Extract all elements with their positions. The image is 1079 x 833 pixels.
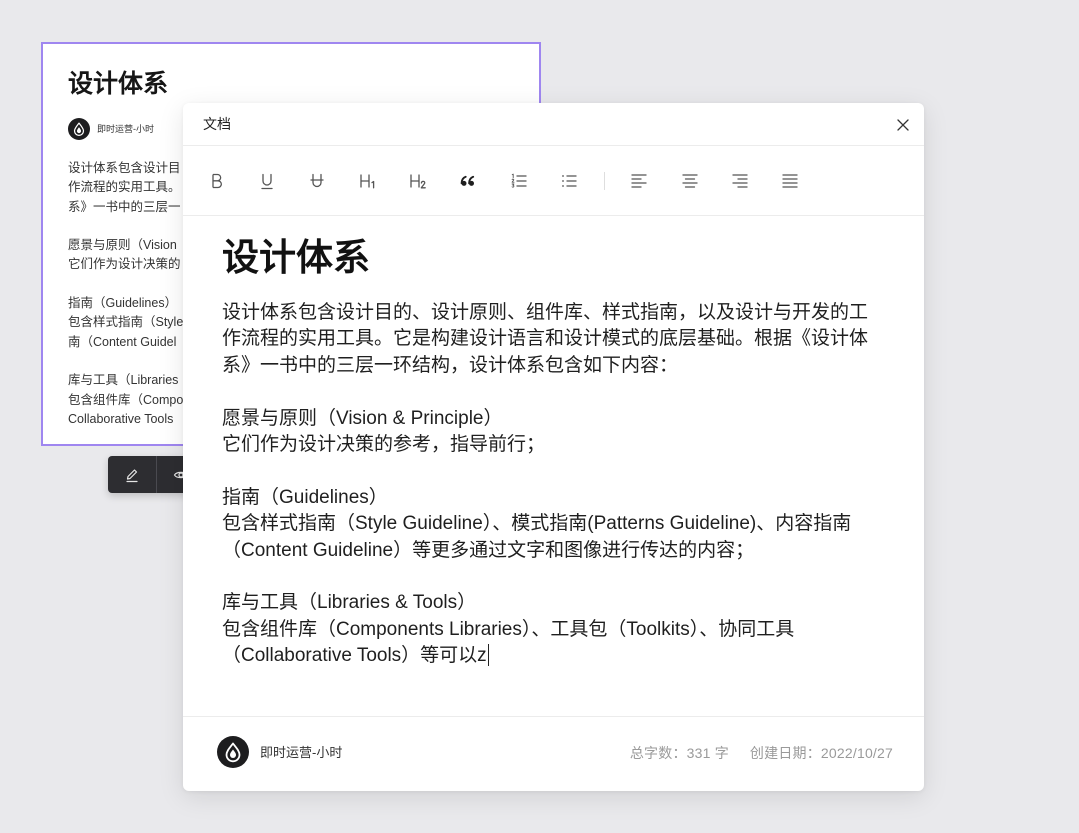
align-center-icon (682, 174, 698, 188)
toolbar-divider (604, 172, 605, 190)
doc-line: 系》一书中的三层一环结构，设计体系包含如下内容： (222, 354, 679, 376)
card-line: 系》一书中的三层一 (68, 199, 181, 214)
unordered-list-icon (562, 175, 577, 187)
document-editor[interactable]: 设计体系 设计体系包含设计目的、设计原则、组件库、样式指南，以及设计与开发的工 … (222, 236, 892, 706)
unordered-list-button[interactable] (557, 169, 581, 193)
doc-line: 设计体系包含设计目的、设计原则、组件库、样式指南，以及设计与开发的工 (222, 302, 869, 323)
card-line: 包含组件库（Compo (68, 392, 184, 407)
doc-line: 包含组件库（Components Libraries）、工具包（Toolkits… (222, 618, 795, 640)
card-line: 设计体系包含设计目 (68, 161, 181, 175)
document-meta: 总字数：331 字 创建日期：2022/10/27 (630, 743, 893, 763)
format-toolbar (183, 146, 924, 216)
card-line: 它们作为设计决策的 (68, 257, 181, 272)
doc-line: 库与工具（Libraries & Tools） (222, 592, 477, 614)
heading-1-icon (360, 174, 375, 189)
align-justify-button[interactable] (778, 169, 802, 193)
align-right-button[interactable] (728, 169, 752, 193)
align-left-button[interactable] (627, 169, 651, 193)
droplet-logo-icon (68, 118, 90, 140)
align-center-button[interactable] (678, 169, 702, 193)
align-right-icon (732, 174, 748, 188)
doc-line-text: （Collaborative Tools）等可以z (222, 645, 487, 667)
doc-line: 愿景与原则（Vision & Principle） (222, 407, 503, 429)
word-count-label: 总字数： (629, 745, 687, 761)
card-line: 南（Content Guidel (68, 334, 177, 349)
bold-button[interactable] (205, 169, 229, 193)
word-count-value: 331 字 (686, 745, 729, 761)
card-paragraph: 指南（Guidelines） 包含样式指南（Style 南（Content Gu… (68, 294, 183, 352)
card-line: 包含样式指南（Style (68, 315, 184, 330)
card-body: 设计体系包含设计目 作流程的实用工具。 系》一书中的三层一 愿景与原则（Visi… (68, 159, 183, 444)
heading-2-button[interactable] (406, 169, 430, 193)
close-icon (897, 119, 909, 131)
card-paragraph: 愿景与原则（Vision 它们作为设计决策的 (68, 236, 183, 275)
author-name: 即时运营-小时 (260, 745, 343, 760)
created-date-label: 创建日期： (749, 745, 821, 761)
blockquote-icon (460, 175, 475, 186)
pencil-icon (126, 468, 138, 482)
doc-paragraph: 指南（Guidelines） 包含样式指南（Style Guideline）、模… (222, 485, 868, 564)
edit-button[interactable] (108, 456, 156, 493)
close-button[interactable] (893, 115, 913, 135)
strikethrough-icon (310, 173, 324, 188)
align-left-icon (631, 174, 647, 188)
doc-line-current: （Collaborative Tools）等可以z (222, 643, 868, 669)
word-count: 总字数：331 字 (630, 743, 729, 763)
heading-2-icon (410, 174, 426, 189)
card-line: 愿景与原则（Vision (68, 238, 177, 253)
card-paragraph: 库与工具（Libraries 包含组件库（Compo Collaborative… (68, 371, 183, 429)
heading-1-button[interactable] (356, 169, 380, 193)
doc-paragraph: 设计体系包含设计目的、设计原则、组件库、样式指南，以及设计与开发的工 作流程的实… (222, 300, 868, 379)
card-paragraph: 设计体系包含设计目 作流程的实用工具。 系》一书中的三层一 (68, 159, 183, 217)
text-caret (487, 644, 489, 667)
created-date-value: 2022/10/27 (820, 745, 893, 761)
modal-header: 文档 (183, 103, 924, 146)
doc-line: 作流程的实用工具。它是构建设计语言和设计模式的底层基础。根据《设计体 (222, 328, 869, 350)
bold-icon (212, 173, 222, 189)
doc-paragraph: 库与工具（Libraries & Tools） 包含组件库（Components… (222, 590, 868, 669)
align-justify-icon (782, 174, 798, 188)
avatar (68, 118, 90, 140)
droplet-logo-icon (217, 736, 249, 768)
doc-line: （Content Guideline）等更多通过文字和图像进行传达的内容； (222, 539, 755, 561)
document-body: 设计体系包含设计目的、设计原则、组件库、样式指南，以及设计与开发的工 作流程的实… (222, 300, 868, 696)
doc-line: 它们作为设计决策的参考，指导前行； (222, 433, 546, 455)
card-title: 设计体系 (68, 70, 169, 98)
underline-icon (261, 173, 273, 190)
document-modal: 文档 设计体系 设计体系包含设计目的、设计原则、组件库、样式指南，以及设计与开发… (183, 103, 924, 791)
ordered-list-button[interactable] (507, 169, 531, 193)
modal-title: 文档 (203, 116, 231, 132)
document-title: 设计体系 (222, 237, 370, 278)
doc-line: 包含样式指南（Style Guideline）、模式指南(Patterns Gu… (222, 513, 852, 535)
doc-line: 指南（Guidelines） (222, 486, 388, 508)
card-line: 作流程的实用工具。 (68, 180, 181, 195)
card-line: 库与工具（Libraries (68, 373, 179, 388)
blockquote-button[interactable] (456, 169, 480, 193)
ordered-list-icon (511, 173, 527, 188)
doc-paragraph: 愿景与原则（Vision & Principle） 它们作为设计决策的参考，指导… (222, 406, 868, 459)
strikethrough-button[interactable] (305, 169, 329, 193)
underline-button[interactable] (255, 169, 279, 193)
card-line: Collaborative Tools (68, 411, 174, 426)
card-author-name: 即时运营-小时 (97, 124, 154, 134)
created-date: 创建日期：2022/10/27 (750, 743, 893, 763)
card-line: 指南（Guidelines） (68, 296, 178, 311)
modal-footer: 即时运营-小时 总字数：331 字 创建日期：2022/10/27 (183, 716, 924, 791)
avatar (217, 736, 249, 768)
